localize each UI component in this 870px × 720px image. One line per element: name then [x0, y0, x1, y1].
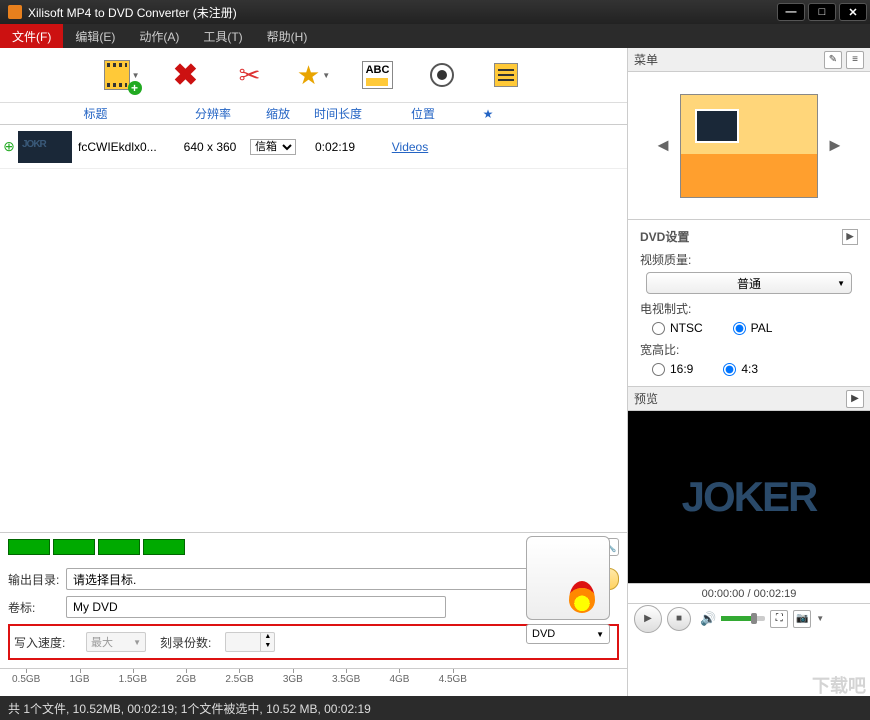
- video-preview[interactable]: JOKER: [628, 411, 870, 583]
- aspect-169-radio[interactable]: 16:9: [652, 362, 693, 376]
- app-logo-icon: [8, 5, 22, 19]
- remove-button[interactable]: ✖: [168, 57, 204, 93]
- file-row[interactable]: ⊕ JOKR fcCWIEkdlx0... 640 x 360 信箱 0:02:…: [0, 125, 627, 169]
- dvd-settings-panel: DVD设置▶ 视频质量: 普通▼ 电视制式: NTSC PAL 宽高比: 16:…: [628, 220, 870, 387]
- menu-tools[interactable]: 工具(T): [191, 24, 254, 49]
- ntsc-radio[interactable]: NTSC: [652, 321, 703, 335]
- menu-template-thumb[interactable]: [680, 94, 818, 198]
- col-star[interactable]: ★: [473, 107, 503, 121]
- volume-icon[interactable]: 🔊: [700, 611, 716, 627]
- dvd-settings-expand[interactable]: ▶: [842, 229, 858, 245]
- snapshot-button[interactable]: 📷: [793, 610, 811, 628]
- list-button[interactable]: [488, 57, 524, 93]
- file-name: fcCWIEkdlx0...: [78, 140, 170, 154]
- preview-expand-button[interactable]: ▶: [846, 390, 864, 408]
- no-menu-button[interactable]: ≡: [846, 51, 864, 69]
- file-thumbnail: JOKR: [18, 131, 72, 163]
- expand-icon[interactable]: ⊕: [0, 138, 18, 155]
- menu-edit[interactable]: 编辑(E): [63, 24, 127, 49]
- menu-panel-header: 菜单 ✎ ≡: [628, 48, 870, 72]
- video-quality-select[interactable]: 普通▼: [646, 272, 852, 294]
- file-list: ⊕ JOKR fcCWIEkdlx0... 640 x 360 信箱 0:02:…: [0, 125, 627, 532]
- fit-select[interactable]: 信箱: [250, 139, 296, 155]
- col-duration[interactable]: 时间长度: [303, 105, 373, 122]
- playback-controls: ▶ ■ 🔊 ⛶ 📷 ▼: [628, 603, 870, 633]
- col-title[interactable]: 标题: [18, 105, 173, 122]
- preview-header: 预览 ▶: [628, 387, 870, 411]
- close-button[interactable]: ✕: [839, 3, 867, 21]
- aspect-43-radio[interactable]: 4:3: [723, 362, 758, 376]
- size-bar: 0.5GB 1GB 1.5GB 2GB 2.5GB 3GB 3.5GB 4GB …: [0, 668, 627, 696]
- menu-preview: ◄ ►: [628, 72, 870, 220]
- play-button[interactable]: ▶: [634, 605, 662, 633]
- title-bar: Xilisoft MP4 to DVD Converter (未注册) — □ …: [0, 0, 870, 24]
- flame-icon: [569, 581, 595, 613]
- col-resolution[interactable]: 分辨率: [173, 105, 253, 122]
- volume-slider[interactable]: [721, 616, 765, 621]
- fullscreen-button[interactable]: ⛶: [770, 610, 788, 628]
- write-speed-label: 写入速度:: [14, 634, 72, 651]
- column-header: 标题 分辨率 缩放 时间长度 位置 ★: [0, 103, 627, 125]
- volume-field[interactable]: My DVD: [66, 596, 446, 618]
- file-resolution: 640 x 360: [170, 140, 250, 154]
- burn-button[interactable]: [526, 536, 610, 620]
- pal-radio[interactable]: PAL: [733, 321, 773, 335]
- file-position-link[interactable]: Videos: [392, 140, 428, 154]
- output-dir-label: 输出目录:: [8, 571, 66, 588]
- effects-button[interactable]: ★▼: [296, 57, 332, 93]
- maximize-button[interactable]: □: [808, 3, 836, 21]
- menu-bar: 文件(F) 编辑(E) 动作(A) 工具(T) 帮助(H): [0, 24, 870, 48]
- window-title: Xilisoft MP4 to DVD Converter (未注册): [28, 4, 237, 21]
- menu-prev-button[interactable]: ◄: [646, 135, 680, 156]
- menu-next-button[interactable]: ►: [818, 135, 852, 156]
- add-file-button[interactable]: +▼: [104, 57, 140, 93]
- copies-label: 刻录份数:: [160, 634, 211, 651]
- col-position[interactable]: 位置: [373, 105, 473, 122]
- record-button[interactable]: [424, 57, 460, 93]
- cpu-graph: [8, 539, 185, 555]
- minimize-button[interactable]: —: [777, 3, 805, 21]
- subtitle-button[interactable]: ABC: [360, 57, 396, 93]
- volume-label: 卷标:: [8, 599, 66, 616]
- menu-help[interactable]: 帮助(H): [255, 24, 320, 49]
- cut-button[interactable]: ✂: [232, 57, 268, 93]
- menu-action[interactable]: 动作(A): [127, 24, 191, 49]
- toolbar: +▼ ✖ ✂ ★▼ ABC: [0, 48, 627, 103]
- write-speed-select[interactable]: 最大▼: [86, 632, 146, 652]
- time-display: 00:00:00 / 00:02:19: [628, 583, 870, 603]
- status-bar: 共 1个文件, 10.52MB, 00:02:19; 1个文件被选中, 10.5…: [0, 696, 870, 720]
- col-fit[interactable]: 缩放: [253, 105, 303, 122]
- edit-menu-button[interactable]: ✎: [824, 51, 842, 69]
- menu-file[interactable]: 文件(F): [0, 24, 63, 49]
- file-duration: 0:02:19: [300, 140, 370, 154]
- disc-type-select[interactable]: DVD▼: [526, 624, 610, 644]
- stop-button[interactable]: ■: [667, 607, 691, 631]
- copies-spinner[interactable]: ▲▼: [225, 632, 275, 652]
- preview-content: JOKER: [682, 473, 817, 521]
- output-dir-field[interactable]: 请选择目标.: [66, 568, 557, 590]
